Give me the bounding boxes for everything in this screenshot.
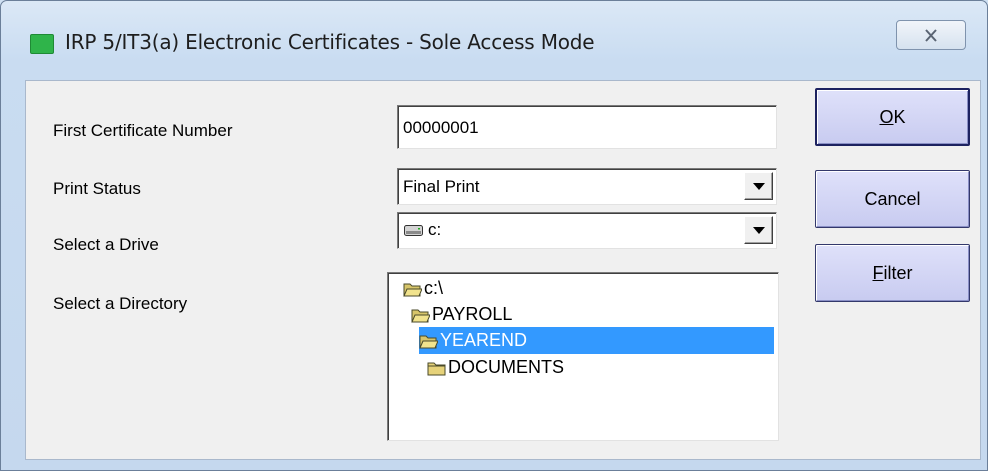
close-icon: [925, 28, 937, 42]
chevron-down-icon: [752, 226, 765, 234]
filter-button-label: ilter: [883, 262, 913, 283]
directory-item[interactable]: c:\: [403, 275, 443, 302]
open-folder-icon: [403, 283, 422, 296]
ok-button-label: K: [893, 106, 906, 127]
close-button[interactable]: [896, 20, 966, 50]
directory-item-label: DOCUMENTS: [448, 357, 564, 377]
directory-item[interactable]: PAYROLL: [411, 301, 512, 328]
select-drive-label: Select a Drive: [53, 235, 159, 254]
directory-item-selected[interactable]: YEAREND: [419, 327, 774, 354]
directory-list[interactable]: c:\ PAYROLL YEAREND DOCUMENTS: [387, 272, 779, 441]
drive-dropdown-button[interactable]: [744, 216, 773, 244]
drive-select[interactable]: c:: [397, 212, 777, 249]
chevron-down-icon: [752, 182, 765, 190]
print-status-value: Final Print: [403, 177, 480, 196]
cancel-button-label: Cancel: [864, 188, 921, 209]
print-status-select[interactable]: Final Print: [397, 168, 777, 205]
filter-button-accelerator: F: [872, 262, 884, 283]
app-icon: [30, 34, 54, 54]
print-status-dropdown-button[interactable]: [744, 172, 773, 200]
print-status-label: Print Status: [53, 179, 141, 198]
window-title: IRP 5/IT3(a) Electronic Certificates - S…: [65, 30, 595, 54]
select-directory-label: Select a Directory: [53, 294, 188, 313]
first-certificate-value: 00000001: [403, 118, 479, 137]
folder-icon: [427, 362, 446, 375]
open-folder-icon: [419, 335, 438, 348]
title-bar[interactable]: IRP 5/IT3(a) Electronic Certificates - S…: [1, 1, 987, 71]
directory-item-label: YEAREND: [440, 330, 528, 350]
directory-item-label: PAYROLL: [432, 304, 513, 324]
cancel-button[interactable]: Cancel: [815, 170, 970, 228]
directory-item[interactable]: DOCUMENTS: [427, 354, 564, 381]
ok-button[interactable]: OK: [815, 88, 970, 146]
directory-item-label: c:\: [424, 278, 444, 298]
open-folder-icon: [411, 309, 430, 322]
dialog-client-area: First Certificate Number Print Status Se…: [25, 80, 981, 460]
ok-button-accelerator: O: [879, 106, 894, 127]
first-certificate-input[interactable]: 00000001: [397, 105, 777, 149]
drive-icon: [404, 225, 423, 236]
filter-button[interactable]: Filter: [815, 244, 970, 302]
first-certificate-label: First Certificate Number: [53, 121, 233, 140]
drive-value: c:: [428, 220, 442, 239]
dialog-window: IRP 5/IT3(a) Electronic Certificates - S…: [0, 0, 988, 471]
